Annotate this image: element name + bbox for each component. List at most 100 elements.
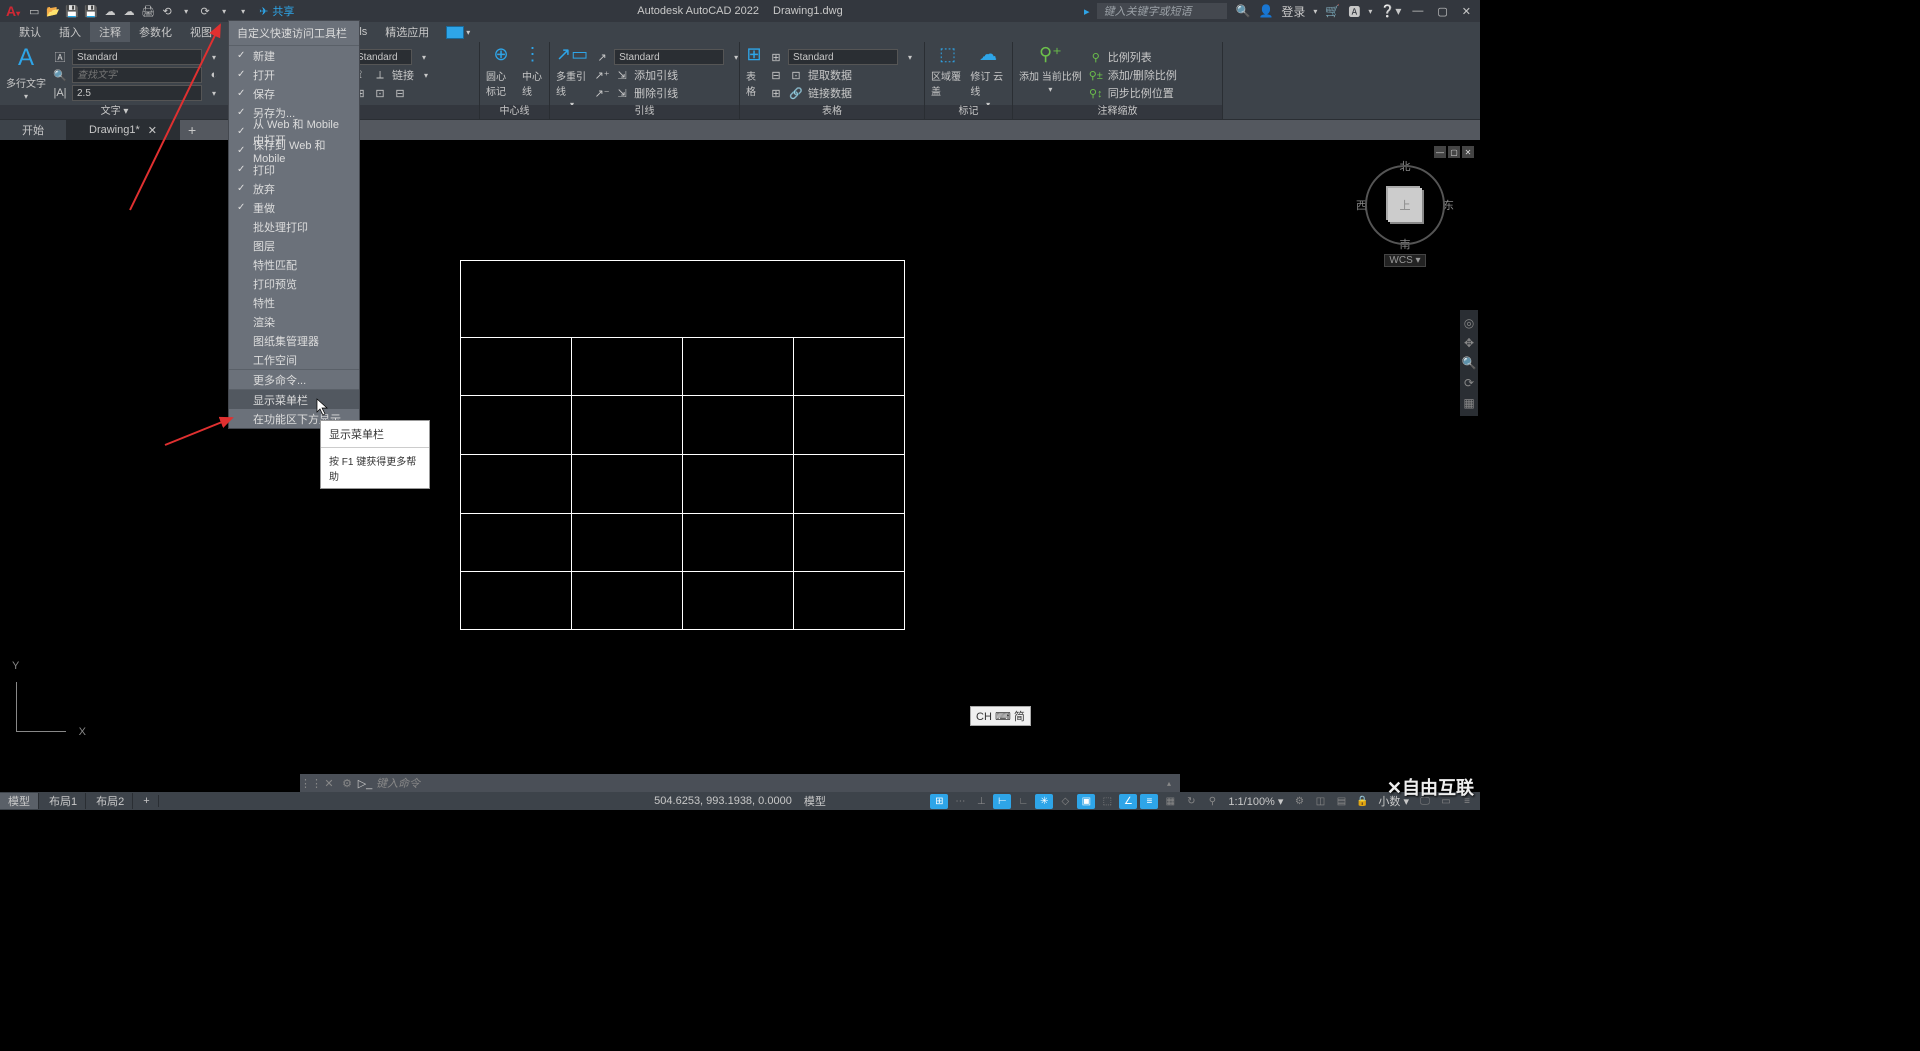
login-drop-icon[interactable]: ▾ — [1313, 7, 1317, 16]
doctab-new-icon[interactable]: + — [180, 122, 204, 138]
viewcube-face-top[interactable]: 上 — [1388, 188, 1422, 222]
nav-pan-icon[interactable]: ✥ — [1464, 336, 1474, 350]
qat-customize-dropdown-icon[interactable]: ▾ — [235, 3, 251, 19]
menu-item-redo[interactable]: 重做 — [229, 198, 359, 217]
menu-item-open[interactable]: 打开 — [229, 65, 359, 84]
text-height-input[interactable] — [72, 85, 202, 101]
cmd-history-icon[interactable]: ▴ — [1162, 776, 1176, 790]
scaleadddel-icon[interactable]: ⚲± — [1088, 67, 1104, 83]
table-ext1-icon[interactable]: ⊟ — [768, 67, 784, 83]
find-go-icon[interactable]: ◐ — [206, 67, 222, 83]
status-grid-icon[interactable]: ⊞ — [930, 794, 948, 809]
cart-icon[interactable]: 🛒 — [1325, 4, 1340, 18]
tab-annotate[interactable]: 注释 — [90, 22, 130, 42]
websave-icon[interactable]: ☁ — [121, 3, 137, 19]
menu-item-print[interactable]: 打印 — [229, 160, 359, 179]
close-icon[interactable]: ✕ — [1459, 5, 1474, 18]
textstyle-icon[interactable]: 🄰 — [52, 49, 68, 65]
statustab-layout2[interactable]: 布局2 — [88, 793, 133, 809]
cmd-close-icon[interactable]: ✕ — [322, 776, 336, 790]
search-icon[interactable]: 🔍 — [1235, 4, 1250, 18]
user-icon[interactable]: 👤 — [1258, 4, 1273, 18]
infocenter-icon[interactable]: ▸ — [1084, 5, 1090, 18]
wcs-label[interactable]: WCS ▾ — [1384, 254, 1425, 267]
status-ortho-icon[interactable]: ∟ — [1014, 794, 1032, 809]
minimize-icon[interactable]: — — [1409, 5, 1426, 17]
redo-drop-icon[interactable]: ▾ — [216, 3, 232, 19]
login-label[interactable]: 登录 — [1281, 3, 1305, 20]
panel-text-label[interactable]: 文字 ▾ — [0, 105, 229, 119]
menu-item-websave[interactable]: 保存到 Web 和 Mobile — [229, 141, 359, 160]
status-anno-icon[interactable]: ⚲ — [1203, 794, 1221, 809]
dim-style-combo[interactable] — [352, 49, 412, 65]
tab-featured[interactable]: 精选应用 — [376, 22, 438, 42]
panel-center-label[interactable]: 中心线 — [480, 105, 549, 119]
find-icon[interactable]: 🔍 — [52, 67, 68, 83]
nav-zoom-icon[interactable]: 🔍 — [1462, 356, 1477, 370]
scalesync-label[interactable]: 同步比例位置 — [1108, 85, 1174, 101]
status-lock-icon[interactable]: 🔒 — [1353, 794, 1371, 809]
wipeout-button[interactable]: ⬚ 区域覆盖 — [931, 44, 964, 106]
table-extract-label[interactable]: 提取数据 — [808, 67, 852, 83]
saveas-icon[interactable]: 💾 — [83, 3, 99, 19]
table-style-combo[interactable] — [788, 49, 898, 65]
status-cycle-icon[interactable]: ↻ — [1182, 794, 1200, 809]
open-icon[interactable]: 📂 — [45, 3, 61, 19]
menu-item-matchprop[interactable]: 特性匹配 — [229, 255, 359, 274]
undo-drop-icon[interactable]: ▾ — [178, 3, 194, 19]
doctab-close-icon[interactable]: ✕ — [148, 124, 157, 137]
menu-item-save[interactable]: 保存 — [229, 84, 359, 103]
nav-orbit-icon[interactable]: ⟳ — [1464, 376, 1474, 390]
menu-item-printpreview[interactable]: 打印预览 — [229, 274, 359, 293]
table-link2-icon[interactable]: 🔗 — [788, 85, 804, 101]
dimstyle-drop-icon[interactable]: ▾ — [416, 49, 432, 65]
addscale-button[interactable]: ⚲⁺ 添加 当前比例 ▾ — [1019, 44, 1082, 106]
menu-item-layer[interactable]: 图层 — [229, 236, 359, 255]
new-icon[interactable]: ▭ — [26, 3, 42, 19]
dim-link-label[interactable]: 链接 — [392, 67, 414, 83]
leader-style-pick[interactable]: ⇲ — [614, 67, 630, 83]
tab-color-toggle[interactable] — [446, 26, 464, 39]
statustab-add[interactable]: + — [135, 795, 158, 807]
leader-add-icon[interactable]: ↗⁺ — [594, 67, 610, 83]
table-link1-icon[interactable]: ⊞ — [768, 85, 784, 101]
mtext-drop-icon[interactable]: ▾ — [24, 92, 28, 101]
panel-leader-label[interactable]: 引线 — [550, 105, 739, 119]
menu-item-batchprint[interactable]: 批处理打印 — [229, 217, 359, 236]
menu-item-undo[interactable]: 放弃 — [229, 179, 359, 198]
menu-item-workspace[interactable]: 工作空间 — [229, 350, 359, 369]
leader-rem-label[interactable]: 删除引线 — [634, 85, 678, 101]
save-icon[interactable]: 💾 — [64, 3, 80, 19]
status-infer-icon[interactable]: ⊥ — [972, 794, 990, 809]
status-lwt-icon[interactable]: ≡ — [1140, 794, 1158, 809]
table-style-icon[interactable]: ⊞ — [768, 49, 784, 65]
apps-drop-icon[interactable]: ▾ — [1368, 7, 1372, 16]
statustab-model[interactable]: 模型 — [0, 793, 39, 809]
status-iso-icon[interactable]: ◇ — [1056, 794, 1074, 809]
viewport-close-icon[interactable]: ✕ — [1462, 146, 1474, 158]
scaleadddel-label[interactable]: 添加/删除比例 — [1108, 67, 1177, 83]
panel-table-label[interactable]: 表格 — [740, 105, 924, 119]
mtext-button[interactable]: A 多行文字 ▾ — [6, 44, 46, 106]
dim-link-drop-icon[interactable]: ▾ — [418, 67, 434, 83]
leader-rem-icon[interactable]: ↗⁻ — [594, 85, 610, 101]
nav-steering-icon[interactable]: ◎ — [1464, 316, 1474, 330]
addscale-drop-icon[interactable]: ▾ — [1048, 85, 1052, 94]
status-gear-icon[interactable]: ⚙ — [1290, 794, 1308, 809]
menu-item-render[interactable]: 渲染 — [229, 312, 359, 331]
status-qp-icon[interactable]: ▤ — [1332, 794, 1350, 809]
undo-icon[interactable]: ⟲ — [159, 3, 175, 19]
viewport-min-icon[interactable]: — — [1434, 146, 1446, 158]
status-transp-icon[interactable]: ▦ — [1161, 794, 1179, 809]
revcloud-button[interactable]: ☁ 修订 云线 ▾ — [970, 44, 1006, 106]
leader-style-icon[interactable]: ↗ — [594, 49, 610, 65]
print-icon[interactable]: 🖨 — [140, 3, 156, 19]
tab-insert[interactable]: 插入 — [50, 22, 90, 42]
centermark-button[interactable]: ⊕ 圆心 标记 — [486, 44, 516, 106]
status-polar-icon[interactable]: ✳ — [1035, 794, 1053, 809]
webopen-icon[interactable]: ☁ — [102, 3, 118, 19]
mleader-button[interactable]: ↗▭ 多重引线 ▾ — [556, 44, 588, 106]
maximize-icon[interactable]: ▢ — [1434, 5, 1450, 18]
scalelist-icon[interactable]: ⚲ — [1088, 49, 1104, 65]
tab-color-drop-icon[interactable]: ▾ — [466, 28, 470, 37]
